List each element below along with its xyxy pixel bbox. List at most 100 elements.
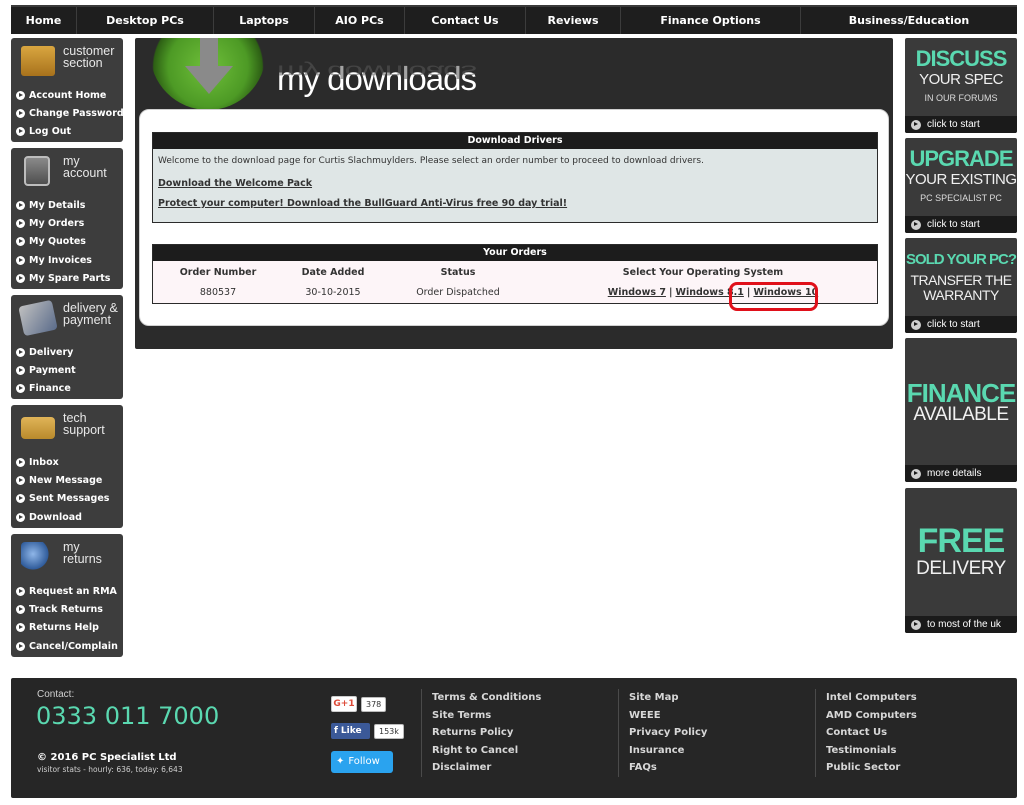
- my-returns-header: my returns: [11, 534, 123, 582]
- banner-cta[interactable]: click to start: [905, 116, 1017, 133]
- sidebar-item-account-home[interactable]: Account Home: [11, 86, 123, 104]
- sidebar-item-my-spare-parts[interactable]: My Spare Parts: [11, 270, 123, 288]
- footer-link-site-map[interactable]: Site Map: [629, 689, 778, 707]
- sidebar-item-sent-messages[interactable]: Sent Messages: [11, 490, 123, 508]
- nav-home[interactable]: Home: [11, 7, 77, 34]
- facebook-like-button[interactable]: f Like: [331, 723, 370, 739]
- sidebar-item-download[interactable]: Download: [11, 508, 123, 526]
- sidebar-item-label: My Invoices: [29, 254, 92, 266]
- footer-link-insurance[interactable]: Insurance: [629, 742, 778, 760]
- sidebar-item-request-rma[interactable]: Request an RMA: [11, 582, 123, 600]
- discuss-spec-banner[interactable]: DISCUSS YOUR SPEC IN OUR FORUMS click to…: [905, 38, 1017, 133]
- footer-link-right-to-cancel[interactable]: Right to Cancel: [432, 742, 581, 760]
- banner-cta[interactable]: to most of the uk: [905, 616, 1017, 633]
- nav-business-education[interactable]: Business/Education: [801, 7, 1017, 34]
- sidebar-item-new-message[interactable]: New Message: [11, 471, 123, 489]
- delivery-payment-header: delivery & payment: [11, 295, 123, 343]
- arrow-bullet-icon: [16, 109, 25, 119]
- nav-aio-pcs[interactable]: AIO PCs: [315, 7, 405, 34]
- sidebar-item-my-quotes[interactable]: My Quotes: [11, 233, 123, 251]
- footer-link-weee[interactable]: WEEE: [629, 707, 778, 725]
- twitter-follow-button[interactable]: ✦ Follow: [331, 751, 393, 773]
- column-header-order-number: Order Number: [179, 267, 257, 278]
- footer-link-returns-policy[interactable]: Returns Policy: [432, 724, 581, 742]
- sidebar-item-change-password[interactable]: Change Password: [11, 104, 124, 122]
- orders-header-row: Order Number Date Added Status Select Yo…: [153, 263, 877, 283]
- finance-available-banner[interactable]: FINANCE AVAILABLE more details: [905, 338, 1017, 482]
- arrow-bullet-icon: [16, 200, 25, 210]
- envelope-icon: [21, 417, 55, 439]
- footer-link-intel-computers[interactable]: Intel Computers: [826, 689, 975, 707]
- sidebar-item-cancel-complain[interactable]: Cancel/Complain: [11, 637, 123, 655]
- footer-link-privacy-policy[interactable]: Privacy Policy: [629, 724, 778, 742]
- my-returns-title-2: returns: [63, 552, 102, 566]
- sidebar-item-my-invoices[interactable]: My Invoices: [11, 251, 123, 269]
- sidebar-item-track-returns[interactable]: Track Returns: [11, 600, 123, 618]
- footer-link-contact-us[interactable]: Contact Us: [826, 724, 975, 742]
- banner-headline: SOLD YOUR PC?: [905, 251, 1017, 268]
- my-account-panel: my account My Details My Orders My Quotes…: [11, 148, 123, 289]
- banner-cta[interactable]: more details: [905, 465, 1017, 482]
- footer-link-amd-computers[interactable]: AMD Computers: [826, 707, 975, 725]
- order-number-cell: 880537: [199, 287, 237, 298]
- arrow-bullet-icon: [911, 119, 921, 130]
- tech-support-title-2: support: [63, 423, 105, 437]
- bullguard-trial-link[interactable]: Protect your computer! Download the Bull…: [158, 198, 567, 209]
- sidebar-item-returns-help[interactable]: Returns Help: [11, 619, 123, 637]
- banner-cta-label: to most of the uk: [927, 619, 1001, 630]
- nav-reviews[interactable]: Reviews: [526, 7, 621, 34]
- sidebar-item-my-details[interactable]: My Details: [11, 196, 123, 214]
- nav-finance-options[interactable]: Finance Options: [621, 7, 801, 34]
- banner-caption: IN OUR FORUMS: [924, 93, 998, 103]
- sidebar-item-label: Change Password: [29, 108, 124, 120]
- arrow-bullet-icon: [16, 384, 25, 394]
- windows-7-link[interactable]: Windows 7: [608, 287, 666, 298]
- google-plus-button[interactable]: G+1: [331, 696, 357, 712]
- transfer-warranty-banner[interactable]: SOLD YOUR PC? TRANSFER THE WARRANTY clic…: [905, 238, 1017, 333]
- sidebar-item-payment[interactable]: Payment: [11, 361, 123, 379]
- banner-headline: DISCUSS: [915, 46, 1008, 71]
- footer-link-site-terms[interactable]: Site Terms: [432, 707, 581, 725]
- nav-contact-us[interactable]: Contact Us: [405, 7, 526, 34]
- footer-link-testimonials[interactable]: Testimonials: [826, 742, 975, 760]
- customer-section-title-2: section: [63, 56, 103, 70]
- facebook-like-label: Like: [340, 726, 362, 736]
- your-orders-header: Your Orders: [153, 245, 877, 261]
- footer-link-public-sector[interactable]: Public Sector: [826, 759, 975, 777]
- customer-section-header: customer section: [11, 38, 123, 86]
- banner-cta-label: click to start: [927, 119, 980, 130]
- site-footer: Contact: 0333 011 7000 © 2016 PC Special…: [11, 678, 1017, 798]
- sidebar-item-log-out[interactable]: Log Out: [11, 123, 123, 141]
- copyright: © 2016 PC Specialist Ltd: [37, 752, 177, 763]
- footer-link-disclaimer[interactable]: Disclaimer: [432, 759, 581, 777]
- banner-cta-label: click to start: [927, 219, 980, 230]
- my-account-title-2: account: [63, 166, 107, 180]
- footer-link-terms-conditions[interactable]: Terms & Conditions: [432, 689, 581, 707]
- phone-number: 0333 011 7000: [36, 702, 220, 730]
- sidebar-item-delivery[interactable]: Delivery: [11, 343, 123, 361]
- banner-cta[interactable]: click to start: [905, 316, 1017, 333]
- arrow-bullet-icon: [911, 468, 921, 479]
- nav-laptops[interactable]: Laptops: [214, 7, 315, 34]
- wallet-icon: [21, 46, 55, 76]
- customer-section-panel: customer section Account Home Change Pass…: [11, 38, 124, 142]
- sidebar-item-finance[interactable]: Finance: [11, 380, 123, 398]
- facebook-like-count: 153k: [374, 724, 404, 739]
- google-plus-count: 378: [361, 697, 387, 712]
- arrow-bullet-icon: [16, 641, 25, 651]
- nav-desktop-pcs[interactable]: Desktop PCs: [77, 7, 214, 34]
- banner-cta[interactable]: click to start: [905, 216, 1017, 233]
- footer-link-faqs[interactable]: FAQs: [629, 759, 778, 777]
- date-added-cell: 30-10-2015: [305, 287, 361, 298]
- sidebar-item-inbox[interactable]: Inbox: [11, 453, 123, 471]
- welcome-pack-link[interactable]: Download the Welcome Pack: [158, 178, 312, 189]
- sidebar-item-label: Account Home: [29, 89, 107, 101]
- upgrade-pc-banner[interactable]: UPGRADE YOUR EXISTING PC SPECIALIST PC c…: [905, 138, 1017, 233]
- sidebar-item-my-orders[interactable]: My Orders: [11, 214, 123, 232]
- free-delivery-banner[interactable]: FREE DELIVERY to most of the uk: [905, 488, 1017, 633]
- banner-subhead: DELIVERY: [916, 558, 1006, 579]
- banner-cta-label: more details: [927, 468, 982, 479]
- sidebar-item-label: Request an RMA: [29, 585, 117, 597]
- cards-icon: [18, 299, 58, 337]
- footer-links-policies: Terms & Conditions Site Terms Returns Po…: [421, 689, 581, 777]
